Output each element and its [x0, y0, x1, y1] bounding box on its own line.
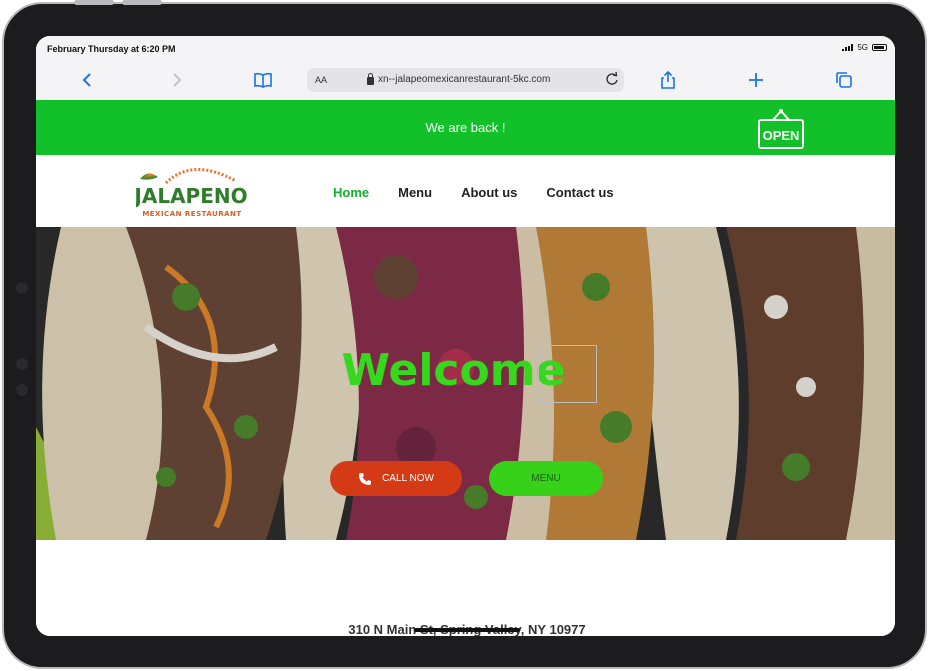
url-display[interactable]: xn--jalapeomexicanrestaurant-5kc.com — [367, 72, 551, 85]
address-bar[interactable]: AA xn--jalapeomexicanrestaurant-5kc.com — [307, 68, 624, 92]
lock-icon — [367, 72, 374, 85]
status-bar: February Thursday at 6:20 PM 5G — [36, 36, 895, 60]
text-size-button[interactable]: AA — [315, 75, 327, 85]
nav-home[interactable]: Home — [333, 185, 369, 200]
welcome-heading: Welcome — [341, 345, 566, 396]
tabs-icon[interactable] — [832, 68, 856, 92]
phone-icon — [359, 472, 372, 485]
nav-menu[interactable]: Menu — [398, 185, 432, 200]
screen: February Thursday at 6:20 PM 5G AA xn--j… — [36, 36, 895, 636]
nav-contact[interactable]: Contact us — [546, 185, 613, 200]
plus-icon[interactable] — [744, 68, 768, 92]
sensor-dot — [16, 384, 28, 396]
sun-rays — [164, 168, 237, 185]
logo-name: JALAPENO — [136, 184, 248, 208]
signal-icon — [842, 44, 854, 51]
status-time: February Thursday at 6:20 PM — [47, 44, 176, 54]
url-text: xn--jalapeomexicanrestaurant-5kc.com — [378, 74, 551, 85]
sensor-dot — [16, 358, 28, 370]
main-nav: Home Menu About us Contact us — [333, 185, 614, 200]
home-indicator[interactable] — [414, 628, 520, 632]
battery-icon — [872, 44, 887, 51]
volume-up-button — [74, 0, 114, 5]
announcement-banner: We are back ! OPEN — [36, 100, 895, 155]
chevron-left-icon[interactable] — [76, 68, 100, 92]
restaurant-logo[interactable]: JALAPENO MEXICAN RESTAURANT — [136, 161, 248, 223]
share-icon[interactable] — [656, 68, 680, 92]
reload-icon[interactable] — [604, 71, 620, 87]
content-below-hero: 310 N Main St, Spring Valley, NY 10977 — [36, 540, 895, 636]
camera-lens — [16, 282, 28, 294]
broken-image — [538, 345, 597, 403]
status-indicators: 5G — [842, 43, 887, 52]
menu-button-label: MENU — [531, 473, 561, 484]
browser-toolbar: AA xn--jalapeomexicanrestaurant-5kc.com — [36, 60, 895, 100]
network-label: 5G — [857, 43, 868, 52]
menu-button[interactable]: MENU — [489, 461, 603, 496]
chevron-right-icon[interactable] — [164, 68, 188, 92]
call-now-label: CALL NOW — [382, 473, 434, 484]
open-sign-text: OPEN — [763, 128, 800, 143]
hero-section: Welcome CALL NOW MENU — [36, 227, 895, 540]
site-header: JALAPENO MEXICAN RESTAURANT Home Menu Ab… — [36, 155, 895, 227]
logo-tagline: MEXICAN RESTAURANT — [142, 210, 241, 218]
call-now-button[interactable]: CALL NOW — [330, 461, 462, 496]
nav-about[interactable]: About us — [461, 185, 517, 200]
book-icon[interactable] — [251, 68, 275, 92]
open-sign-icon: OPEN — [758, 109, 804, 149]
volume-down-button — [122, 0, 162, 5]
